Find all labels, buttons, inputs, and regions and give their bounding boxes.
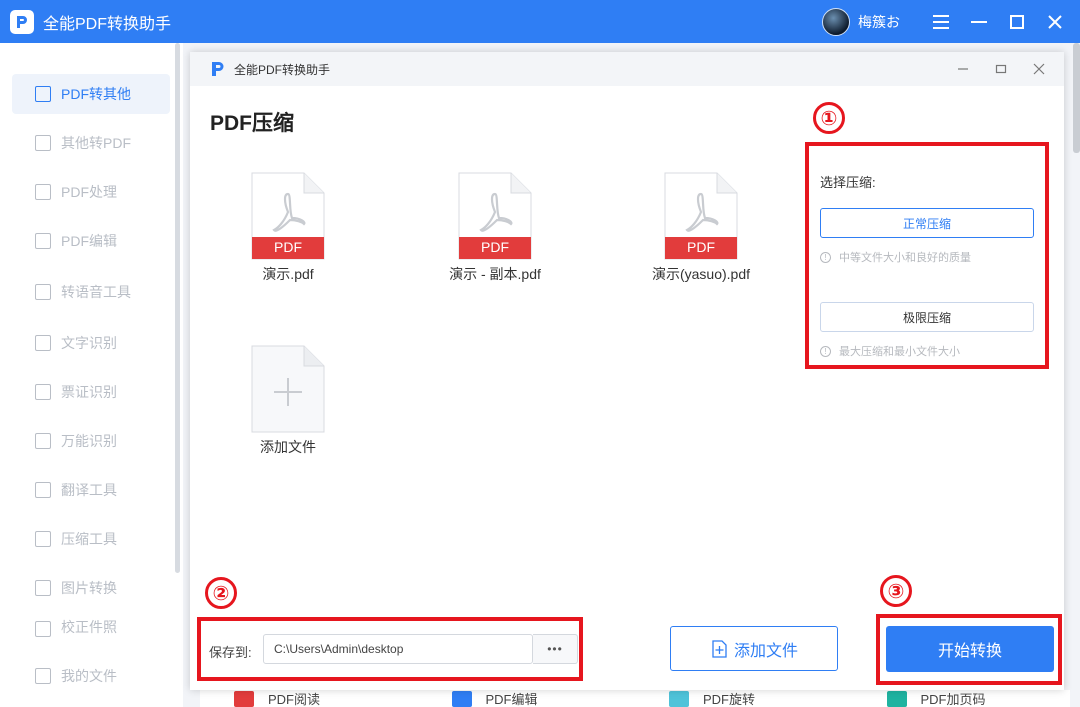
file-name: 演示.pdf (262, 266, 314, 282)
menu-icon[interactable] (922, 0, 960, 43)
image-icon (35, 580, 51, 596)
edit-document-icon (35, 233, 51, 249)
dialog-title: 全能PDF转换助手 (234, 62, 331, 77)
compress-icon (35, 531, 51, 547)
page-number-icon (886, 690, 907, 707)
maximize-icon[interactable] (998, 0, 1036, 43)
translate-icon (35, 482, 51, 498)
add-file-icon (251, 345, 325, 433)
sidebar-item-label: 文字识别 (61, 335, 117, 351)
pdf-rotate-icon (669, 690, 689, 707)
sidebar-item-label: PDF处理 (61, 184, 117, 200)
add-file-icon (712, 639, 727, 658)
tool-label: PDF旋转 (703, 692, 756, 707)
tool-pdf-page-number[interactable]: PDF加页码 (853, 690, 1071, 707)
file-icon (35, 668, 51, 684)
sidebar-item-voice[interactable]: 转语音工具 (12, 272, 170, 312)
sidebar-item-label: 其他转PDF (61, 135, 131, 151)
sidebar-item-image[interactable]: 图片转换 (12, 568, 170, 608)
sidebar-item-universal[interactable]: 万能识别 (12, 421, 170, 461)
photo-icon (35, 621, 51, 637)
app-logo-icon (10, 9, 34, 34)
app-title: 全能PDF转换助手 (43, 15, 172, 33)
tool-label: PDF阅读 (268, 692, 321, 707)
tool-pdf-read[interactable]: PDF阅读 (200, 690, 418, 707)
dialog-logo-icon (212, 62, 224, 76)
dialog-maximize-icon[interactable] (982, 52, 1020, 86)
sidebar-item-label: 转语音工具 (61, 284, 131, 300)
pdf-edit-icon (451, 690, 472, 707)
file-name: 演示 - 副本.pdf (449, 266, 541, 282)
add-file-tile[interactable]: 添加文件 (203, 345, 373, 457)
sidebar-item-pdf-edit[interactable]: PDF编辑 (12, 221, 170, 261)
pdf-badge: PDF (481, 239, 509, 255)
pdf-read-icon (234, 690, 254, 707)
sidebar-item-label: PDF转其他 (61, 86, 131, 102)
sidebar: PDF转其他 其他转PDF PDF处理 PDF编辑 转语音工具 文字识别 票证识… (0, 43, 183, 707)
background-tool-strip: PDF阅读 PDF编辑 PDF旋转 PDF加页码 (200, 690, 1070, 707)
sidebar-item-ocr[interactable]: 文字识别 (12, 323, 170, 363)
audio-icon (35, 284, 51, 300)
username[interactable]: 梅簇お (858, 12, 900, 32)
sidebar-item-label: 票证识别 (61, 384, 117, 400)
sidebar-item-photo[interactable]: 校正件照 (12, 619, 170, 637)
sidebar-item-label: 万能识别 (61, 433, 117, 449)
convert-icon (35, 135, 51, 151)
annotation-box-save (197, 617, 583, 681)
tool-label: PDF编辑 (485, 692, 538, 707)
page-scrollbar[interactable] (1073, 43, 1080, 153)
tool-label: PDF加页码 (920, 692, 986, 707)
sidebar-item-label: 校正件照 (61, 619, 117, 635)
annotation-box-options (805, 142, 1049, 369)
pdf-badge: PDF (274, 239, 302, 255)
close-icon[interactable] (1036, 0, 1074, 43)
add-file-button-label: 添加文件 (733, 642, 798, 660)
add-file-button[interactable]: 添加文件 (670, 626, 838, 671)
minimize-icon[interactable] (960, 0, 998, 43)
file-tile[interactable]: PDF 演示 - 副本.pdf (410, 172, 580, 284)
annotation-box-start (876, 614, 1062, 685)
file-name: 演示(yasuo).pdf (651, 266, 751, 282)
text-recognition-icon (35, 335, 51, 351)
sidebar-item-label: 压缩工具 (61, 531, 117, 547)
sidebar-item-label: PDF编辑 (61, 233, 117, 249)
sidebar-item-pdf-to-other[interactable]: PDF转其他 (12, 74, 170, 114)
file-tile[interactable]: PDF 演示(yasuo).pdf (616, 172, 786, 284)
pdf-convert-icon (35, 86, 51, 102)
avatar[interactable] (822, 7, 850, 36)
file-tile[interactable]: PDF 演示.pdf (203, 172, 373, 284)
sidebar-item-compress[interactable]: 压缩工具 (12, 519, 170, 559)
sidebar-item-label: 我的文件 (61, 668, 117, 684)
sidebar-item-my-files[interactable]: 我的文件 (12, 656, 170, 696)
sidebar-item-ticket[interactable]: 票证识别 (12, 372, 170, 412)
dialog-minimize-icon[interactable] (944, 52, 982, 86)
sidebar-item-label: 翻译工具 (61, 482, 117, 498)
document-icon (35, 184, 51, 200)
sidebar-item-pdf-process[interactable]: PDF处理 (12, 172, 170, 212)
sidebar-item-other-to-pdf[interactable]: 其他转PDF (12, 123, 170, 163)
tool-pdf-rotate[interactable]: PDF旋转 (635, 690, 853, 707)
dialog-close-icon[interactable] (1020, 52, 1058, 86)
pdf-badge: PDF (687, 239, 715, 255)
sidebar-scrollbar[interactable] (175, 43, 180, 573)
scan-icon (35, 433, 51, 449)
annotation-marker-3: ③ (880, 575, 912, 607)
tool-pdf-edit[interactable]: PDF编辑 (418, 690, 636, 707)
sidebar-item-label: 图片转换 (61, 580, 117, 596)
page-title: PDF压缩 (210, 112, 294, 135)
annotation-marker-1: ① (813, 102, 845, 134)
annotation-marker-2: ② (205, 577, 237, 609)
ticket-icon (35, 384, 51, 400)
title-bar: 全能PDF转换助手 梅簇お (0, 0, 1080, 43)
dialog-title-bar: 全能PDF转换助手 (190, 52, 1064, 86)
sidebar-item-translate[interactable]: 翻译工具 (12, 470, 170, 510)
add-file-label: 添加文件 (260, 439, 316, 455)
